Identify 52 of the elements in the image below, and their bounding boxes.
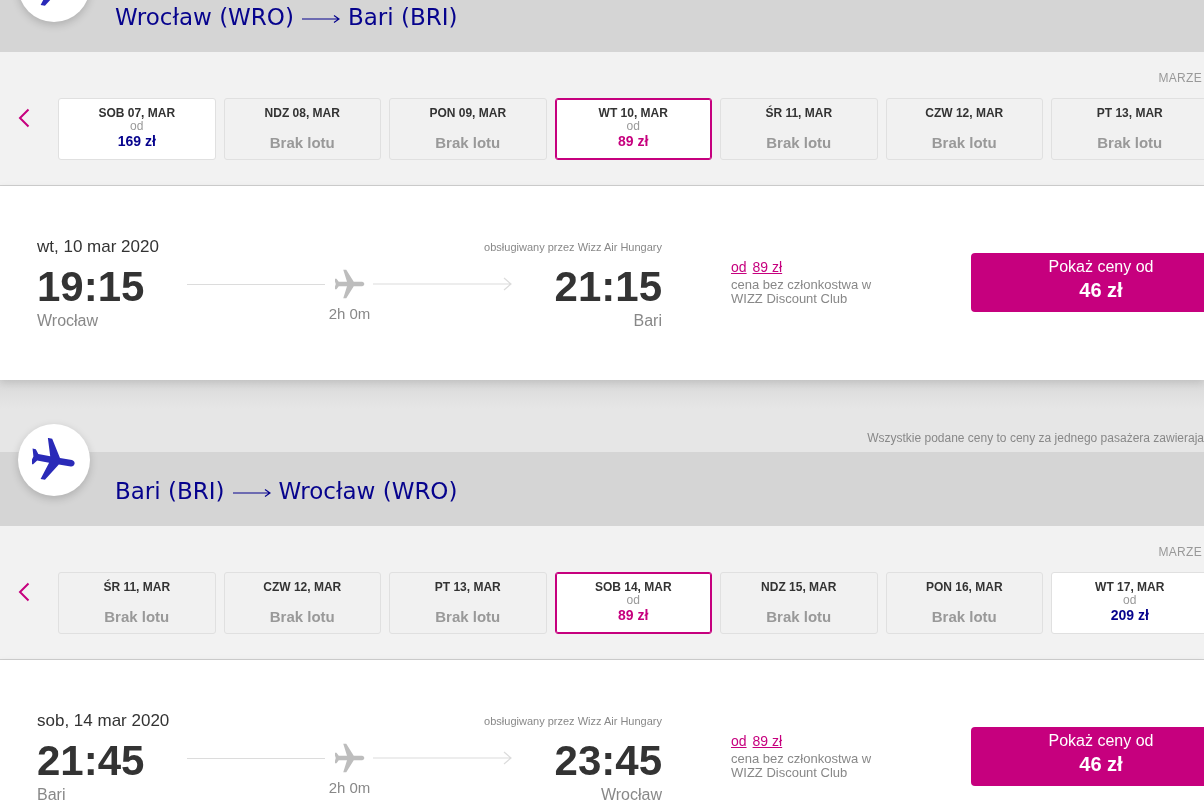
month-label: MARZE — [1158, 71, 1202, 85]
date-option[interactable]: NDZ 08, MAR Brak lotu — [223, 98, 381, 160]
plane-icon — [335, 743, 365, 773]
from-link[interactable]: od — [731, 258, 747, 276]
departure-city: Wrocław — [37, 312, 99, 330]
price-link[interactable]: 89 zł — [752, 258, 783, 276]
arrival-city: Bari — [633, 312, 662, 330]
chevron-left-icon[interactable] — [18, 108, 30, 128]
date-option[interactable]: ŚR 11, MAR Brak lotu — [58, 572, 216, 634]
date-option[interactable]: PON 16, MAR Brak lotu — [885, 572, 1043, 634]
route-destination: Wrocław (WRO) — [278, 477, 458, 506]
date-option[interactable]: ŚR 11, MAR Brak lotu — [720, 98, 878, 160]
arrival-time: 21:15 — [554, 265, 662, 309]
arrival-city: Wrocław — [600, 786, 662, 804]
arrow-icon — [301, 13, 340, 24]
flight-date: sob, 14 mar 2020 — [37, 711, 170, 731]
date-option[interactable]: SOB 07, MAR od 169 zł — [58, 98, 216, 160]
arrow-icon — [373, 751, 512, 765]
date-option[interactable]: PT 13, MAR Brak lotu — [1051, 98, 1204, 160]
membership-note: cena bez członkostwa w WIZZ Discount Club — [731, 278, 873, 306]
date-option[interactable]: CZW 12, MAR Brak lotu — [223, 572, 381, 634]
date-option[interactable]: WT 10, MAR od 89 zł — [554, 98, 712, 160]
plane-icon — [335, 269, 365, 299]
arrow-icon — [373, 277, 512, 291]
route-origin: Wrocław (WRO) — [115, 3, 294, 32]
departure-city: Bari — [37, 786, 66, 804]
flight-date: wt, 10 mar 2020 — [37, 237, 159, 257]
price-notice: Wszystkie podane ceny to ceny za jednego pasażera zawieraja — [867, 430, 1204, 447]
membership-note: cena bez członkostwa w WIZZ Discount Club — [731, 752, 873, 780]
date-option[interactable]: SOB 14, MAR od 89 zł — [554, 572, 712, 634]
chevron-left-icon[interactable] — [18, 582, 30, 602]
operator-text: obsługiwany przez Wizz Air Hungary — [484, 714, 662, 728]
route-origin: Bari (BRI) — [115, 477, 225, 506]
arrival-time: 23:45 — [554, 739, 662, 783]
date-option[interactable]: PT 13, MAR Brak lotu — [389, 572, 547, 634]
flight-duration: 2h 0m — [328, 305, 371, 323]
price-link[interactable]: 89 zł — [752, 732, 783, 750]
arrow-icon — [232, 487, 271, 498]
operator-text: obsługiwany przez Wizz Air Hungary — [484, 240, 662, 254]
show-prices-button[interactable]: Pokaż ceny od 46 zł — [971, 727, 1204, 786]
departure-time: 19:15 — [37, 265, 145, 309]
date-option[interactable]: WT 17, MAR od 209 zł — [1051, 572, 1204, 634]
date-option[interactable]: NDZ 15, MAR Brak lotu — [720, 572, 878, 634]
show-prices-button[interactable]: Pokaż ceny od 46 zł — [971, 253, 1204, 312]
flight-duration: 2h 0m — [328, 779, 371, 797]
route-destination: Bari (BRI) — [347, 3, 458, 32]
plane-icon — [18, 424, 90, 496]
date-option[interactable]: CZW 12, MAR Brak lotu — [885, 98, 1043, 160]
from-link[interactable]: od — [731, 732, 747, 750]
month-label: MARZE — [1158, 545, 1202, 559]
departure-time: 21:45 — [37, 739, 145, 783]
date-option[interactable]: PON 09, MAR Brak lotu — [389, 98, 547, 160]
